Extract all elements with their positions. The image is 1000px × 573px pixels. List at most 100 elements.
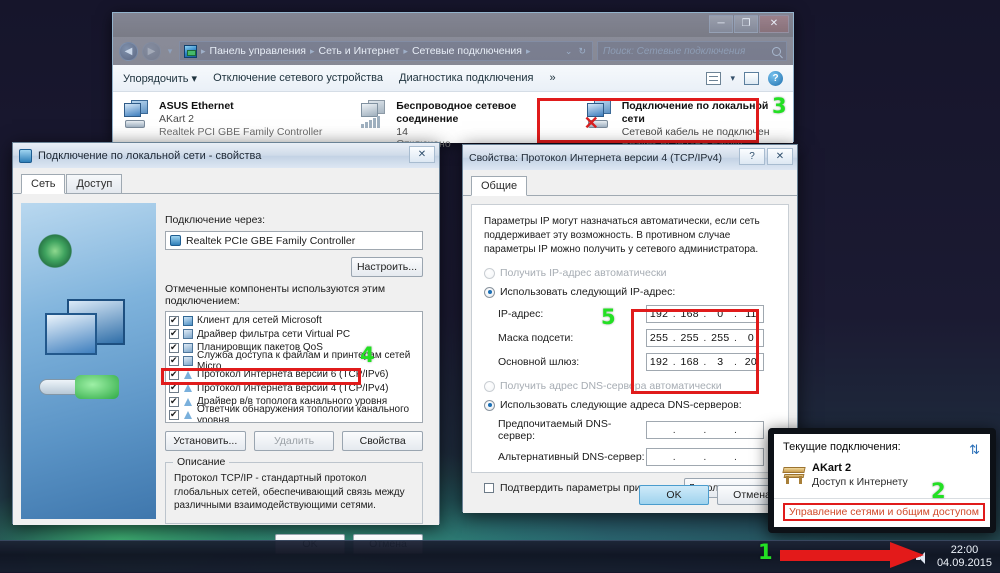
lan-properties-titlebar[interactable]: Подключение по локальной сети - свойства…	[13, 143, 439, 168]
search-input[interactable]: Поиск: Сетевые подключения	[597, 41, 787, 61]
breadcrumb-network-internet[interactable]: Сеть и Интернет	[319, 45, 400, 57]
minimize-button[interactable]: ─	[709, 15, 733, 33]
component-icon	[183, 343, 193, 353]
install-button[interactable]: Установить...	[165, 431, 246, 451]
manual-dns-label: Использовать следующие адреса DNS-сервер…	[500, 399, 742, 411]
breadcrumb-control-panel[interactable]: Панель управления	[210, 45, 306, 57]
flyout-divider	[774, 498, 990, 499]
help-button[interactable]: ?	[739, 148, 765, 165]
flyout-connection-item[interactable]: AKart 2 Доступ к Интернету	[783, 462, 981, 489]
help-icon[interactable]: ?	[768, 71, 783, 86]
auto-ip-radio[interactable]	[484, 268, 495, 279]
component-checkbox[interactable]	[169, 397, 179, 407]
close-button[interactable]: ✕	[759, 15, 789, 33]
connection-network: AKart 2	[159, 113, 322, 126]
component-row[interactable]: Драйвер фильтра сети Virtual PC	[166, 328, 422, 342]
control-panel-icon	[184, 45, 197, 58]
manual-ip-radio[interactable]	[484, 287, 495, 298]
properties-button[interactable]: Свойства	[342, 431, 423, 451]
clock[interactable]: 22:00 04.09.2015	[937, 544, 992, 570]
step-marker-5: 5	[601, 305, 616, 329]
lan-connection-properties-dialog[interactable]: Подключение по локальной сети - свойства…	[12, 142, 440, 524]
component-checkbox[interactable]	[169, 410, 179, 420]
manual-ip-label: Использовать следующий IP-адрес:	[500, 286, 675, 298]
component-checkbox[interactable]	[169, 343, 179, 353]
address-dropdown-icon[interactable]: ⌄	[565, 46, 573, 57]
organize-button[interactable]: Упорядочить ▾	[123, 72, 197, 85]
dns-primary-label: Предпочитаемый DNS-сервер:	[498, 418, 646, 442]
pointer-arrow-annotation	[780, 543, 940, 567]
lan-properties-body: Сеть Доступ Подключение через: Realtek P…	[13, 168, 439, 525]
breadcrumb-network-connections[interactable]: Сетевые подключения	[412, 45, 522, 57]
dns-primary-field[interactable]: ...	[646, 421, 764, 439]
ethernet-adapter-icon	[123, 100, 153, 128]
view-chevron-down-icon[interactable]: ▾	[730, 73, 735, 84]
highlight-box-ip-fields	[631, 309, 759, 394]
current-connections-label: Текущие подключения:	[783, 441, 981, 453]
ok-button[interactable]: OK	[639, 485, 709, 505]
adapter-field: Realtek PCIe GBE Family Controller	[165, 231, 423, 250]
ipv4-intro-text: Параметры IP могут назначаться автоматич…	[484, 215, 776, 257]
component-label: Драйвер фильтра сети Virtual PC	[197, 329, 350, 340]
back-button[interactable]: ◀	[119, 42, 138, 61]
configure-button[interactable]: Настроить...	[351, 257, 423, 277]
network-bench-icon	[783, 466, 805, 484]
manual-dns-radio[interactable]	[484, 400, 495, 411]
configure-label: Настроить...	[357, 261, 417, 273]
refresh-icon[interactable]: ⇅	[969, 442, 980, 458]
connection-adapter: Realtek PCI GBE Family Controller	[159, 126, 322, 139]
components-listbox[interactable]: Клиент для сетей Microsoft Драйвер фильт…	[165, 311, 423, 423]
lan-properties-tabs: Сеть Доступ	[13, 168, 439, 194]
component-checkbox[interactable]	[169, 316, 179, 326]
toolbar-overflow-button[interactable]: »	[549, 72, 555, 84]
tab-general[interactable]: Общие	[471, 176, 527, 196]
taskbar[interactable]: 22:00 04.09.2015	[0, 540, 1000, 572]
maximize-button[interactable]: ❐	[734, 15, 758, 33]
component-checkbox[interactable]	[169, 329, 179, 339]
connection-item-asus-ethernet[interactable]: ASUS Ethernet AKart 2 Realtek PCI GBE Fa…	[117, 98, 332, 140]
ipv4-properties-titlebar[interactable]: Свойства: Протокол Интернета версии 4 (T…	[463, 145, 797, 170]
component-icon	[183, 410, 193, 420]
network-connections-window[interactable]: ─ ❐ ✕ ◀ ▶ ▾ ▸ Панель управления ▸ Сеть и…	[112, 12, 794, 142]
close-button[interactable]: ✕	[409, 146, 435, 163]
forward-button[interactable]: ▶	[142, 42, 161, 61]
recent-pages-icon[interactable]: ▾	[165, 46, 175, 57]
address-bar[interactable]: ▸ Панель управления ▸ Сеть и Интернет ▸ …	[179, 41, 593, 61]
connection-name: ASUS Ethernet	[159, 100, 322, 113]
cancel-label: Отмена	[733, 489, 771, 501]
auto-ip-radio-row[interactable]: Получить IP-адрес автоматически	[484, 267, 776, 279]
component-icon	[183, 356, 193, 366]
tab-network[interactable]: Сеть	[21, 174, 65, 194]
dns-alt-field[interactable]: ...	[646, 448, 764, 466]
network-sharing-center-link[interactable]: Управление сетями и общим доступом	[783, 503, 985, 521]
component-row[interactable]: Ответчик обнаружения топологии канальног…	[166, 409, 422, 423]
tab-sharing[interactable]: Доступ	[66, 174, 122, 193]
highlight-box-lan-connection	[537, 98, 759, 143]
component-icon	[183, 329, 193, 339]
manual-dns-radio-row[interactable]: Использовать следующие адреса DNS-сервер…	[484, 399, 776, 411]
organize-label: Упорядочить	[123, 73, 188, 85]
wireless-adapter-icon	[360, 100, 390, 128]
disable-network-device-button[interactable]: Отключение сетевого устройства	[213, 72, 383, 84]
ipv4-properties-dialog[interactable]: Свойства: Протокол Интернета версии 4 (T…	[462, 144, 798, 512]
network-flyout-panel[interactable]: Текущие подключения: ⇅ AKart 2 Доступ к …	[768, 428, 996, 533]
clock-date: 04.09.2015	[937, 557, 992, 570]
breadcrumb-separator-2: ▸	[403, 46, 408, 57]
change-view-icon[interactable]	[706, 72, 721, 85]
refresh-icon[interactable]: ↻	[578, 46, 586, 57]
auto-ip-label: Получить IP-адрес автоматически	[500, 267, 667, 279]
component-row[interactable]: Служба доступа к файлам и принтерам сете…	[166, 355, 422, 369]
explorer-titlebar[interactable]: ─ ❐ ✕	[113, 13, 793, 37]
component-checkbox[interactable]	[169, 356, 179, 366]
search-icon	[772, 47, 781, 56]
window-controls[interactable]: ─ ❐ ✕	[709, 15, 789, 33]
manual-ip-radio-row[interactable]: Использовать следующий IP-адрес:	[484, 286, 776, 298]
validate-settings-checkbox[interactable]	[484, 483, 494, 493]
close-button[interactable]: ✕	[767, 148, 793, 165]
preview-pane-icon[interactable]	[744, 72, 759, 85]
auto-dns-radio[interactable]	[484, 381, 495, 392]
component-row[interactable]: Клиент для сетей Microsoft	[166, 314, 422, 328]
adapter-name: Realtek PCIe GBE Family Controller	[186, 235, 355, 247]
uninstall-button: Удалить	[254, 431, 335, 451]
diagnose-connection-button[interactable]: Диагностика подключения	[399, 72, 533, 84]
